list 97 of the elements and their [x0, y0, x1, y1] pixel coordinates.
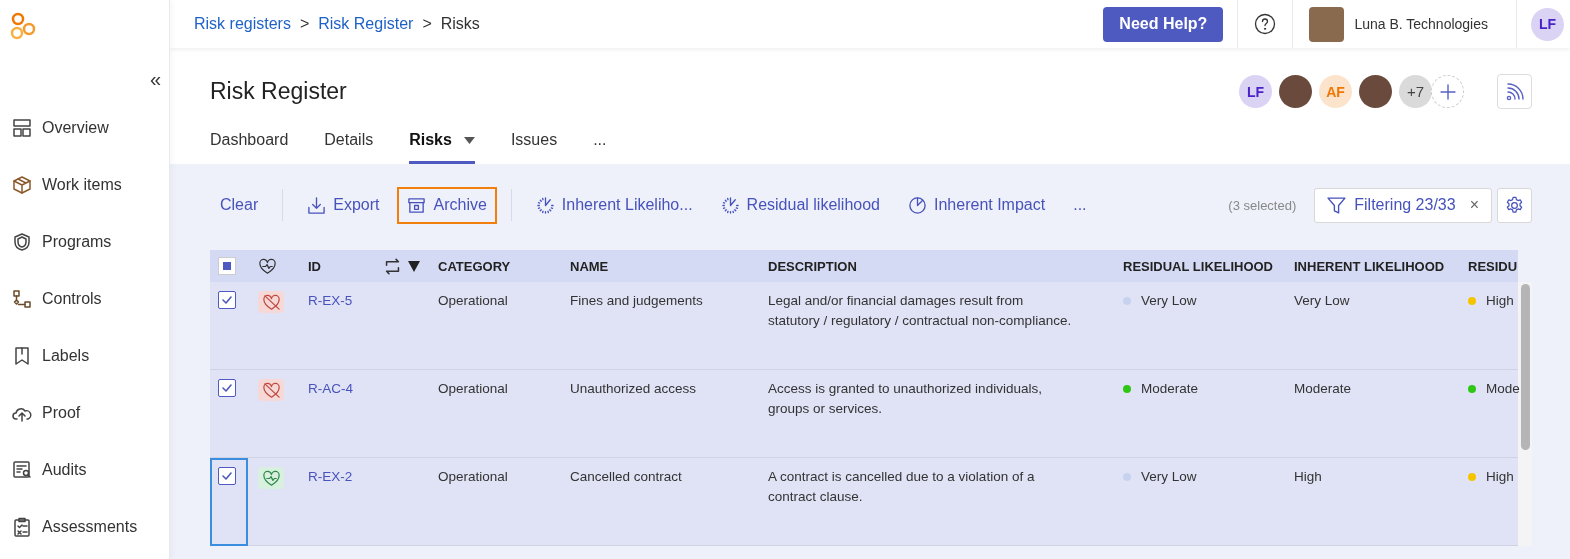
clear-filter-icon[interactable]: × — [1469, 196, 1479, 214]
table-cell[interactable] — [210, 282, 248, 370]
table-cell: Very Low — [1284, 282, 1458, 370]
rss-icon — [1504, 81, 1525, 102]
checklist-icon — [12, 516, 32, 537]
column-header[interactable]: ID — [308, 258, 321, 274]
table-cell[interactable] — [210, 458, 248, 546]
column-header[interactable]: NAME — [570, 258, 609, 274]
risk-id-link[interactable]: R-AC-4 — [308, 381, 353, 396]
risk-id-link[interactable]: R-EX-5 — [308, 293, 353, 308]
tab[interactable]: Risks — [409, 123, 475, 164]
table-cell: Unauthorized access — [560, 370, 758, 458]
dashed-pie-icon — [535, 195, 555, 215]
flowchart-icon — [12, 288, 32, 309]
caret-icon — [463, 136, 475, 144]
collapse-button[interactable]: « — [147, 68, 163, 91]
scrollbar-thumb[interactable] — [1520, 284, 1530, 450]
toolbar-button[interactable]: Residual likelihood — [710, 186, 890, 224]
table-cell: Fines and judgements — [560, 282, 758, 370]
toolbar-button[interactable]: Inherent Impact — [898, 186, 1056, 224]
toolbar-button[interactable]: Export — [297, 186, 390, 224]
check-icon — [222, 384, 232, 392]
level-text: Mode — [1486, 380, 1520, 398]
help-icon[interactable] — [1254, 13, 1277, 35]
bookmark-icon — [12, 345, 32, 366]
plus-icon — [1439, 83, 1456, 100]
filter-button[interactable]: Filtering 23/33 × — [1314, 187, 1492, 223]
toolbar-button[interactable]: Clear — [210, 187, 269, 223]
table-cell: Operational — [428, 370, 560, 458]
page-title: Risk Register — [210, 78, 347, 105]
nav-item[interactable]: Audits — [0, 441, 169, 498]
select-all-checkbox[interactable] — [218, 257, 236, 275]
nav-item[interactable]: Assessments — [0, 498, 169, 555]
table-cell: Operational — [428, 458, 560, 546]
table-cell: Cancelled contract — [560, 458, 758, 546]
check-icon — [222, 472, 232, 480]
breadcrumb-link[interactable]: Risk Register — [318, 15, 414, 33]
pie-chart-icon — [908, 195, 927, 215]
nav-item[interactable]: Proof — [0, 384, 169, 441]
level-text: Moderate — [1141, 380, 1199, 398]
account-name: Luna B. Technologies — [1354, 16, 1488, 32]
tab[interactable]: Dashboard — [210, 123, 289, 164]
nav-item[interactable]: Controls — [0, 270, 169, 327]
table-cell: Access is granted to unauthorized individuals, groups or services. — [758, 370, 1113, 458]
breadcrumb-separator: > — [422, 15, 432, 33]
tab[interactable]: ... — [593, 123, 607, 164]
row-checkbox[interactable] — [218, 379, 236, 397]
tab[interactable]: Issues — [510, 123, 558, 164]
row-checkbox[interactable] — [218, 291, 236, 309]
settings-button[interactable] — [1497, 187, 1532, 223]
swap-icon[interactable] — [383, 256, 402, 276]
shield-icon — [12, 231, 32, 252]
logo-icon[interactable] — [9, 12, 37, 40]
check-icon — [222, 296, 232, 304]
breadcrumb-current: Risks — [440, 15, 480, 33]
user-avatar[interactable]: LF — [1531, 7, 1564, 41]
nav-item[interactable]: Work items — [0, 156, 169, 213]
dashed-pie-icon — [720, 195, 740, 215]
table-cell: Legal and/or financial damages result from statutory / regulatory / contractual non-compliance. — [758, 282, 1113, 370]
filter-icon — [1327, 195, 1347, 215]
avatar-placeholder[interactable] — [1359, 75, 1392, 108]
layout-icon — [12, 117, 32, 138]
avatar-placeholder[interactable] — [1279, 75, 1312, 108]
table-cell[interactable] — [210, 370, 248, 458]
nav-item[interactable]: Labels — [0, 327, 169, 384]
table-cell: Operational — [428, 282, 560, 370]
toolbar-button[interactable]: Archive — [397, 186, 497, 224]
more-members-count[interactable]: +7 — [1399, 75, 1432, 108]
nav-item[interactable]: Overview — [0, 99, 169, 156]
photo-placeholder — [1309, 6, 1345, 42]
risk-id-link[interactable]: R-EX-2 — [308, 469, 353, 484]
download-icon — [307, 195, 327, 215]
report-search-icon — [12, 459, 32, 480]
level-text: Very Low — [1141, 468, 1197, 486]
toolbar-button[interactable]: ... — [1063, 187, 1097, 223]
level-text: Very Low — [1141, 292, 1197, 310]
level-text: High — [1486, 468, 1514, 486]
tab[interactable]: Details — [324, 123, 374, 164]
column-header[interactable]: DESCRIPTION — [768, 258, 857, 274]
member-avatar[interactable]: LF — [1239, 75, 1272, 108]
table-cell: High — [1284, 458, 1458, 546]
breadcrumb-separator: > — [299, 15, 310, 33]
selection-count: (3 selected) — [1228, 197, 1297, 213]
package-icon — [12, 174, 32, 195]
toolbar-button[interactable]: Inherent Likeliho... — [525, 186, 703, 224]
feed-button[interactable] — [1497, 74, 1532, 109]
archive-icon — [407, 195, 427, 215]
level-text: High — [1486, 292, 1514, 310]
need-help-button[interactable]: Need Help? — [1103, 6, 1224, 42]
breadcrumb-link[interactable]: Risk registers — [194, 15, 291, 33]
heart-pulse-icon — [258, 256, 277, 276]
settings-icon — [1505, 195, 1524, 215]
nav-item[interactable]: Programs — [0, 213, 169, 270]
table-cell: Moderate — [1284, 370, 1458, 458]
row-checkbox[interactable] — [218, 467, 236, 485]
table-cell: A contract is cancelled due to a violation of a contract clause. — [758, 458, 1113, 546]
sort-icon[interactable] — [408, 260, 420, 272]
